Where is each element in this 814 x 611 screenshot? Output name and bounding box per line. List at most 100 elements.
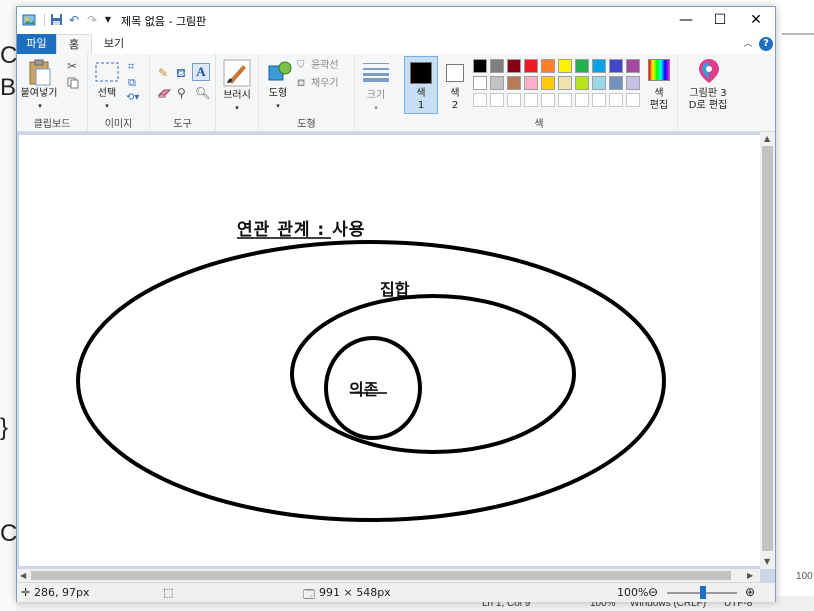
palette-color-swatch[interactable] <box>541 76 555 90</box>
size-icon[interactable] <box>363 62 389 85</box>
outline-icon[interactable]: ⛉ <box>297 60 305 71</box>
select-dropdown-icon[interactable]: ▾ <box>102 100 112 112</box>
brushes-dropdown-icon[interactable]: ▾ <box>232 102 242 114</box>
horizontal-scrollbar[interactable]: ◀ ▶ <box>17 569 760 582</box>
brushes-button[interactable]: 브러시 <box>218 90 256 102</box>
palette-color-swatch[interactable] <box>524 59 538 73</box>
palette-color-swatch[interactable] <box>575 59 589 73</box>
ribbon-tabs: 파일 홈 보기 ︿ ? <box>17 34 775 54</box>
palette-color-swatch[interactable] <box>626 59 640 73</box>
paste-icon[interactable] <box>28 59 52 90</box>
color2-label[interactable]: 색 2 <box>440 88 470 112</box>
scroll-up-icon[interactable]: ▲ <box>764 134 770 143</box>
tools-label: 도구 <box>173 119 192 130</box>
close-button[interactable]: ✕ <box>739 7 773 34</box>
save-icon[interactable] <box>49 13 63 27</box>
size-button[interactable]: 크기 <box>361 90 391 102</box>
minimize-button[interactable]: — <box>669 7 703 34</box>
brush-icon[interactable] <box>223 59 251 90</box>
resize-icon[interactable]: ⧉ <box>128 76 136 90</box>
cut-icon[interactable]: ✂ <box>67 59 77 73</box>
drawing-svg <box>76 237 666 522</box>
palette-color-swatch[interactable] <box>507 93 521 107</box>
zoom-slider-thumb[interactable] <box>700 586 706 599</box>
color2-swatch[interactable] <box>446 64 464 82</box>
palette-color-swatch[interactable] <box>626 76 640 90</box>
palette-color-swatch[interactable] <box>592 76 606 90</box>
scroll-left-icon[interactable]: ◀ <box>20 571 26 580</box>
palette-color-swatch[interactable] <box>558 76 572 90</box>
rotate-icon[interactable]: ⟲▾ <box>126 92 139 103</box>
maximize-button[interactable]: ☐ <box>703 7 737 34</box>
canvas-size-icon: 🗔︎ <box>303 588 315 601</box>
palette-color-swatch[interactable] <box>575 93 589 107</box>
help-icon[interactable]: ? <box>759 37 773 51</box>
tab-file[interactable]: 파일 <box>17 34 56 54</box>
fill-bucket-icon[interactable]: ⛾ <box>176 66 186 82</box>
palette-color-swatch[interactable] <box>507 76 521 90</box>
palette-color-swatch[interactable] <box>558 93 572 107</box>
palette-color-swatch[interactable] <box>575 76 589 90</box>
shapes-dropdown-icon[interactable]: ▾ <box>273 100 283 112</box>
shapes-icon[interactable] <box>267 60 293 87</box>
undo-icon[interactable]: ↶ <box>67 13 81 27</box>
magnifier-icon[interactable]: 🔍︎ <box>195 86 210 100</box>
zoom-in-icon[interactable]: ⊕ <box>745 585 755 599</box>
colors-group: 색 1 색 2 색 편집 색 <box>401 54 678 132</box>
palette-color-swatch[interactable] <box>541 93 555 107</box>
palette-color-swatch[interactable] <box>592 93 606 107</box>
palette-color-swatch[interactable] <box>541 59 555 73</box>
tab-view[interactable]: 보기 <box>95 34 133 54</box>
paste-button[interactable]: 붙여넣기 <box>19 88 59 100</box>
fill-icon[interactable]: ⛾ <box>297 78 305 91</box>
paste-dropdown-icon[interactable]: ▾ <box>35 100 45 112</box>
palette-color-swatch[interactable] <box>609 59 623 73</box>
palette-color-swatch[interactable] <box>473 76 487 90</box>
edit-colors-icon[interactable] <box>648 59 670 81</box>
pencil-icon[interactable]: ✎ <box>158 66 168 80</box>
copy-icon[interactable] <box>67 77 79 92</box>
redo-icon[interactable]: ↷ <box>85 13 99 27</box>
palette-color-swatch[interactable] <box>490 59 504 73</box>
collapse-ribbon-icon[interactable]: ︿ <box>741 37 755 51</box>
background-char: C <box>0 42 18 69</box>
palette-color-swatch[interactable] <box>609 93 623 107</box>
size-dropdown-icon[interactable]: ▾ <box>371 102 381 114</box>
palette-color-swatch[interactable] <box>558 59 572 73</box>
tab-home[interactable]: 홈 <box>56 34 92 54</box>
vertical-scroll-thumb[interactable] <box>762 146 773 551</box>
text-tool-icon[interactable]: A <box>192 63 210 81</box>
canvas-area: 연관 관계 : 사용 집합 의존 ▲ ▼ ◀ ▶ <box>17 132 775 582</box>
palette-color-swatch[interactable] <box>524 93 538 107</box>
zoom-out-icon[interactable]: ⊖ <box>648 585 658 599</box>
outline-button[interactable]: 윤곽선 <box>311 60 355 72</box>
scroll-down-icon[interactable]: ▼ <box>764 557 770 566</box>
edit-paint3d-button[interactable]: 그림판 3 D로 편집 <box>680 88 736 112</box>
color-picker-icon[interactable]: ⚲ <box>177 86 186 100</box>
eraser-icon[interactable] <box>157 88 172 101</box>
vertical-scrollbar[interactable]: ▲ ▼ <box>760 132 775 569</box>
palette-color-swatch[interactable] <box>473 93 487 107</box>
palette-color-swatch[interactable] <box>524 76 538 90</box>
scroll-right-icon[interactable]: ▶ <box>747 571 753 580</box>
palette-color-swatch[interactable] <box>609 76 623 90</box>
shapes-button[interactable]: 도형 <box>263 88 293 100</box>
palette-color-swatch[interactable] <box>592 59 606 73</box>
drawing-canvas[interactable]: 연관 관계 : 사용 집합 의존 <box>19 135 762 566</box>
fill-button[interactable]: 채우기 <box>311 78 355 90</box>
palette-color-swatch[interactable] <box>490 93 504 107</box>
palette-color-swatch[interactable] <box>473 59 487 73</box>
palette-color-swatch[interactable] <box>626 93 640 107</box>
select-button[interactable]: 선택 <box>92 88 122 100</box>
drawing-middle-label: 집합 <box>380 280 410 299</box>
background-divider <box>782 33 814 35</box>
paint3d-icon[interactable] <box>698 58 720 87</box>
palette-color-swatch[interactable] <box>490 76 504 90</box>
select-icon[interactable] <box>95 62 119 87</box>
edit-colors-button[interactable]: 색 편집 <box>643 88 675 112</box>
crop-icon[interactable]: ⌗ <box>128 60 134 74</box>
palette-color-swatch[interactable] <box>507 59 521 73</box>
horizontal-scroll-thumb[interactable] <box>31 571 731 580</box>
customize-toolbar-icon[interactable]: ▼ <box>101 13 115 27</box>
background-char: } <box>0 414 9 441</box>
